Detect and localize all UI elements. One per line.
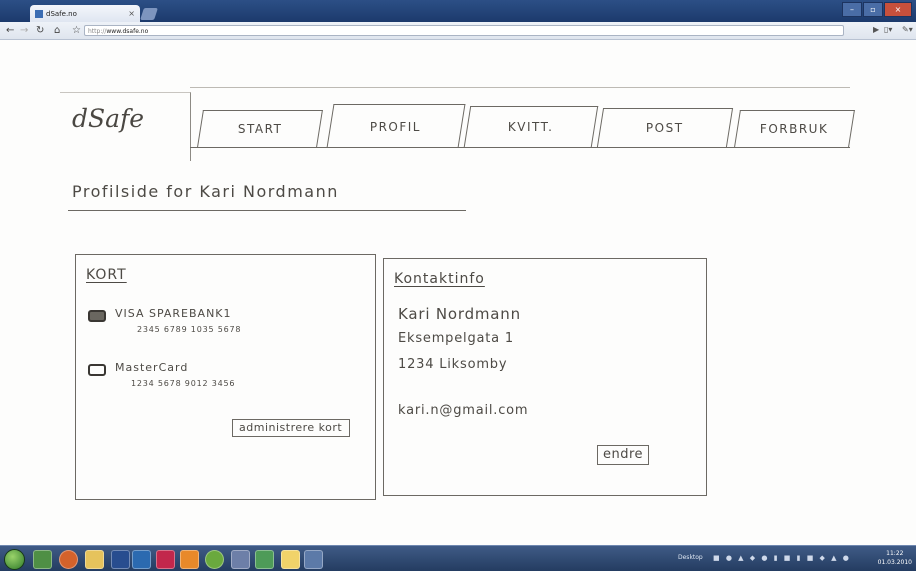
window-controls: – ▫ × — [842, 2, 912, 17]
contact-street: Eksempelgata 1 — [398, 331, 514, 346]
radio-unselected-icon[interactable] — [88, 364, 106, 376]
bookmark-star-icon[interactable]: ☆ — [72, 23, 81, 38]
url-prefix: http:// — [88, 28, 107, 35]
site-logo[interactable]: dSafe — [72, 104, 144, 133]
tab-baseline — [190, 147, 850, 148]
tab-forbruk-label: FORBRUK — [760, 122, 829, 136]
contact-postal: 1234 Liksomby — [398, 357, 508, 372]
notes-icon[interactable] — [281, 550, 300, 569]
app-icon[interactable] — [304, 550, 323, 569]
contact-panel: Kontaktinfo Kari Nordmann Eksempelgata 1… — [383, 258, 707, 496]
tab-profil-label: PROFIL — [370, 119, 422, 134]
app-icon[interactable] — [111, 550, 130, 569]
clock-time: 11:22 — [886, 550, 904, 557]
photoshop-icon[interactable] — [132, 550, 151, 569]
header-line — [190, 87, 850, 88]
url-host: www.dsafe.no — [106, 28, 149, 35]
radio-selected-icon[interactable] — [88, 310, 106, 322]
favicon-icon — [35, 9, 43, 18]
card-item-mastercard[interactable]: MasterCard 1234 5678 9012 3456 — [88, 361, 235, 388]
card-number: 1234 5678 9012 3456 — [131, 379, 236, 388]
maximize-button[interactable]: ▫ — [863, 2, 883, 17]
tab-start-label: START — [237, 122, 283, 136]
manage-cards-button[interactable]: administrere kort — [232, 419, 350, 437]
desktop-toolbar-label[interactable]: Desktop — [678, 554, 703, 561]
minimize-button[interactable]: – — [842, 2, 862, 17]
back-icon[interactable]: ← — [6, 23, 14, 38]
browser-tab[interactable]: dSafe.no × — [30, 5, 140, 22]
go-icon[interactable]: ▶ — [873, 25, 879, 34]
start-button[interactable] — [4, 549, 25, 570]
card-item-visa[interactable]: VISA SPAREBANK1 2345 6789 1035 5678 — [88, 307, 241, 334]
wrench-icon[interactable]: ✎▾ — [902, 25, 913, 34]
tab-close-icon[interactable]: × — [128, 9, 135, 18]
messenger-icon[interactable] — [255, 550, 274, 569]
app-icon[interactable] — [33, 550, 52, 569]
card-name: MasterCard — [115, 361, 189, 374]
contact-email: kari.n@gmail.com — [398, 403, 529, 418]
taskbar: Desktop ■ ● ▲ ◆ ● ▮ ■ ▮ ■ ◆ ▲ ● 11:22 01… — [0, 545, 916, 571]
contact-name: Kari Nordmann — [398, 305, 521, 323]
browser-titlebar: dSafe.no × – ▫ × — [0, 0, 916, 22]
indesign-icon[interactable] — [156, 550, 175, 569]
tab-profil[interactable]: PROFIL — [326, 104, 466, 148]
new-tab-button[interactable] — [140, 8, 158, 20]
close-window-button[interactable]: × — [884, 2, 912, 17]
browser-toolbar: ← → ↻ ⌂ ☆ http://www.dsafe.no ▶ ▯▾ ✎▾ — [0, 22, 916, 40]
tab-post[interactable]: POST — [596, 108, 734, 147]
tab-post-label: POST — [646, 121, 684, 135]
address-bar[interactable]: http://www.dsafe.no — [84, 25, 844, 36]
tab-forbruk[interactable]: FORBRUK — [734, 110, 855, 147]
music-icon[interactable] — [205, 550, 224, 569]
title-underline — [68, 210, 466, 211]
system-tray-icons[interactable]: ■ ● ▲ ◆ ● ▮ ■ ▮ ■ ◆ ▲ ● — [713, 554, 851, 562]
tab-kvitt[interactable]: KVITT. — [463, 106, 599, 147]
edit-contact-button[interactable]: endre — [597, 445, 650, 465]
page-content: dSafe START PROFIL KVITT. POST FORBRUK P… — [0, 40, 916, 545]
clock-date: 01.03.2010 — [877, 559, 912, 566]
tab-kvitt-label: KVITT. — [508, 120, 554, 134]
clock[interactable]: 11:22 01.03.2010 — [878, 549, 912, 567]
browser-app-icon[interactable] — [59, 550, 78, 569]
page-menu-icon[interactable]: ▯▾ — [884, 25, 892, 34]
tab-title: dSafe.no — [46, 9, 77, 18]
page-title: Profilside for Kari Nordmann — [72, 182, 339, 201]
cards-panel: KORT VISA SPAREBANK1 2345 6789 1035 5678… — [75, 254, 376, 500]
calculator-icon[interactable] — [231, 550, 250, 569]
illustrator-icon[interactable] — [180, 550, 199, 569]
reload-icon[interactable]: ↻ — [36, 23, 44, 38]
cards-title: KORT — [86, 267, 127, 283]
folder-icon[interactable] — [85, 550, 104, 569]
card-number: 2345 6789 1035 5678 — [137, 325, 242, 334]
forward-icon[interactable]: → — [20, 23, 28, 38]
home-icon[interactable]: ⌂ — [54, 23, 60, 38]
contact-title: Kontaktinfo — [394, 271, 485, 287]
card-name: VISA SPAREBANK1 — [115, 307, 232, 320]
tab-start[interactable]: START — [197, 110, 323, 147]
